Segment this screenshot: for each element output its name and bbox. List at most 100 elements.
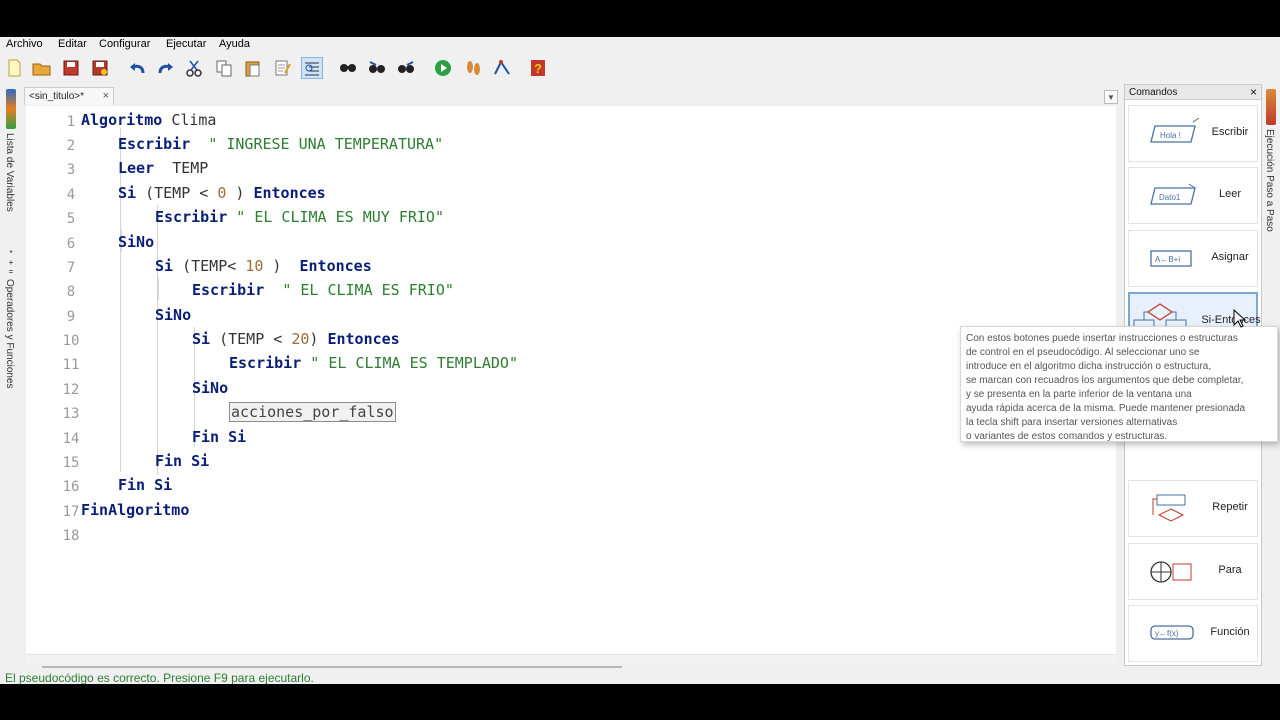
status-message: El pseudocódigo es correcto. Presione F9… (5, 671, 314, 684)
step-by-step-icon[interactable] (462, 57, 484, 79)
help-icon[interactable]: ? (527, 57, 549, 79)
edit-document-icon[interactable] (271, 57, 293, 79)
search-next-icon[interactable] (395, 57, 417, 79)
step-execution-panel-tab[interactable]: Ejecución Paso a Paso (1264, 129, 1275, 232)
output-icon-text: Hola ! (1160, 131, 1181, 140)
menu-ejecutar[interactable]: Ejecutar (166, 38, 206, 50)
cut-icon[interactable] (183, 57, 205, 79)
line-number: 11 (62, 357, 80, 373)
tooltip-line: ayuda rápida acerca de la misma. Puede m… (966, 403, 1246, 414)
run-icon[interactable] (432, 57, 454, 79)
redo-icon[interactable] (155, 57, 177, 79)
horizontal-scrollbar[interactable] (42, 666, 622, 668)
new-file-icon[interactable] (3, 57, 25, 79)
close-icon[interactable]: × (1250, 85, 1257, 99)
function-icon: y←f(x) (1150, 625, 1194, 640)
menu-ayuda[interactable]: Ayuda (219, 38, 250, 50)
line-number: 12 (62, 382, 80, 398)
code-line-1: Algoritmo Clima (81, 111, 217, 129)
line-number: 7 (66, 260, 76, 276)
command-label: Escribir (1211, 126, 1249, 138)
code-line-2: Escribir " INGRESE UNA TEMPERATURA" (118, 135, 444, 153)
line-number: 8 (66, 284, 76, 300)
assign-icon-text: A←B+i (1155, 255, 1180, 264)
code-line-11: Escribir " EL CLIMA ES TEMPLADO" (229, 354, 518, 372)
tooltip-line: Con estos botones puede insertar instruc… (966, 333, 1238, 344)
tooltip-line: la tecla shift para insertar versiones a… (966, 417, 1178, 428)
indent-guide (120, 128, 121, 472)
operators-icon[interactable]: * + = (6, 249, 16, 277)
save-icon[interactable] (60, 57, 82, 79)
argument-placeholder[interactable]: acciones_por_falso (229, 402, 396, 422)
code-editor[interactable]: 1 2 3 4 5 6 7 8 9 10 11 12 13 14 15 16 1… (26, 106, 1116, 668)
indent-guide (158, 278, 159, 300)
variables-panel-tab[interactable]: Lista de Variables (4, 133, 15, 212)
left-side-panels: Lista de Variables * + = Operadores y Func… (0, 87, 22, 647)
pseint-window: Archivo Editar Configurar Ejecutar Ayuda (0, 37, 1280, 684)
paste-icon[interactable] (242, 57, 264, 79)
menu-archivo[interactable]: Archivo (6, 38, 43, 50)
code-line-17: FinAlgoritmo (81, 501, 190, 519)
toolbar: ? (0, 54, 1280, 84)
search-icon[interactable] (337, 57, 359, 79)
code-line-5: Escribir " EL CLIMA ES MUY FRIO" (155, 208, 444, 226)
tooltip-line: y se presenta en la parte inferior de la… (966, 389, 1192, 400)
code-line-8: Escribir " EL CLIMA ES FRIO" (192, 281, 454, 299)
tooltip-line: introduce en el algoritmo dicha instrucc… (966, 361, 1212, 372)
input-icon: Dato1 (1150, 183, 1196, 205)
save-as-icon[interactable] (89, 57, 111, 79)
file-tab[interactable]: <sin_titulo>* × (24, 87, 114, 105)
line-number: 15 (62, 455, 80, 471)
code-line-12: SiNo (192, 379, 229, 397)
command-para-button[interactable]: Para (1128, 543, 1258, 600)
search-previous-icon[interactable] (366, 57, 388, 79)
command-label: Función (1210, 626, 1250, 638)
tooltip-line: o variantes de estos comandos y estructu… (966, 431, 1168, 442)
svg-text:?: ? (534, 61, 542, 76)
input-icon-text: Dato1 (1159, 193, 1181, 202)
code-line-10: Si (TEMP < 20) Entonces (192, 330, 400, 348)
mouse-cursor-icon (1233, 309, 1247, 328)
code-line-3: Leer TEMP (118, 159, 209, 177)
line-number: 10 (62, 333, 80, 349)
commands-tooltip: Con estos botones puede insertar instruc… (960, 326, 1278, 442)
step-execution-icon[interactable] (1266, 89, 1276, 125)
assign-icon: A←B+i (1150, 250, 1192, 267)
line-number: 13 (62, 406, 80, 422)
command-label: Repetir (1212, 501, 1248, 513)
line-number: 18 (62, 528, 80, 544)
command-leer-button[interactable]: Dato1 Leer (1128, 167, 1258, 224)
command-repetir-button[interactable]: Repetir (1128, 480, 1258, 537)
copy-icon[interactable] (213, 57, 235, 79)
operators-panel-tab[interactable]: Operadores y Funciones (4, 279, 15, 389)
undo-icon[interactable] (126, 57, 148, 79)
code-line-14: Fin Si (192, 428, 247, 446)
line-number: 3 (66, 162, 76, 178)
tooltip-line: de control en el pseudocódigo. Al selecc… (966, 347, 1200, 358)
code-line-13: acciones_por_falso (229, 402, 396, 422)
code-line-6: SiNo (118, 233, 155, 251)
line-number: 9 (66, 309, 76, 325)
repeat-icon (1152, 494, 1186, 522)
command-funcion-button[interactable]: y←f(x) Función (1128, 605, 1258, 662)
variables-icon[interactable] (6, 89, 16, 129)
line-number: 14 (62, 431, 80, 447)
command-label: Leer (1218, 188, 1242, 200)
flowchart-icon[interactable] (491, 57, 513, 79)
menu-configurar[interactable]: Configurar (99, 38, 150, 50)
menu-editar[interactable]: Editar (58, 38, 87, 50)
indent-guide (157, 205, 158, 475)
editor-splitter[interactable] (26, 654, 1116, 663)
tab-list-dropdown-icon[interactable]: ▼ (1104, 90, 1118, 104)
line-number: 5 (66, 211, 76, 227)
indent-icon[interactable] (301, 57, 323, 79)
open-folder-icon[interactable] (31, 57, 53, 79)
command-label: Si-Entonces (1201, 314, 1261, 326)
command-escribir-button[interactable]: Hola ! Escribir (1128, 105, 1258, 162)
code-line-15: Fin Si (155, 452, 210, 470)
command-asignar-button[interactable]: A←B+i Asignar (1128, 230, 1258, 287)
menu-bar: Archivo Editar Configurar Ejecutar Ayuda (0, 37, 1280, 53)
close-tab-icon[interactable]: × (103, 90, 109, 102)
file-tab-title: <sin_titulo>* (29, 91, 85, 102)
line-number: 16 (62, 479, 80, 495)
